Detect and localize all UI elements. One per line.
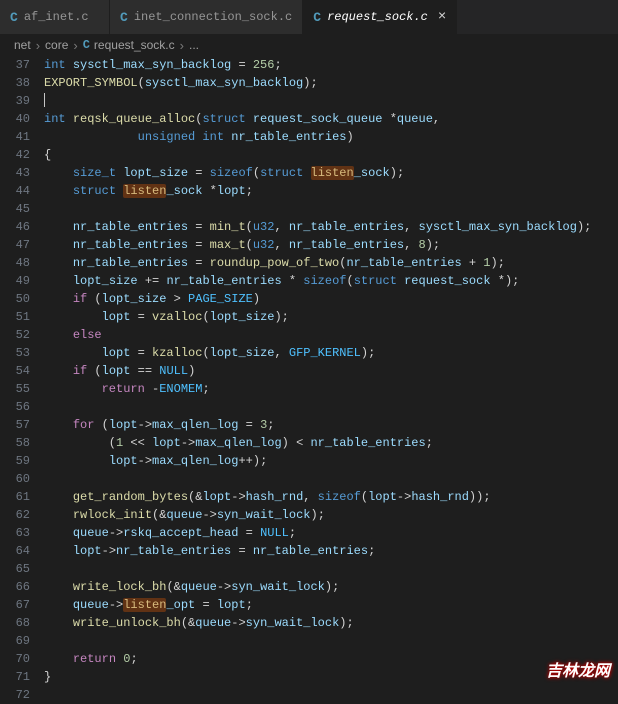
line-number: 49: [0, 272, 30, 290]
watermark: 吉林龙网: [546, 657, 610, 681]
line-number: 55: [0, 380, 30, 398]
line-number: 50: [0, 290, 30, 308]
line-number: 56: [0, 398, 30, 416]
line-number: 38: [0, 74, 30, 92]
code-line[interactable]: else: [44, 326, 618, 344]
code-editor[interactable]: 3738394041424344454647484950515253545556…: [0, 56, 618, 704]
line-number: 59: [0, 452, 30, 470]
code-line[interactable]: write_lock_bh(&queue->syn_wait_lock);: [44, 578, 618, 596]
code-line[interactable]: if (lopt == NULL): [44, 362, 618, 380]
line-number: 64: [0, 542, 30, 560]
line-number: 61: [0, 488, 30, 506]
close-icon[interactable]: ×: [438, 9, 446, 25]
line-number: 67: [0, 596, 30, 614]
code-line[interactable]: return 0;: [44, 650, 618, 668]
line-number: 44: [0, 182, 30, 200]
line-number: 66: [0, 578, 30, 596]
breadcrumb-segment[interactable]: ...: [189, 38, 199, 52]
code-line[interactable]: int sysctl_max_syn_backlog = 256;: [44, 56, 618, 74]
code-line[interactable]: lopt_size += nr_table_entries * sizeof(s…: [44, 272, 618, 290]
breadcrumb-segment[interactable]: core: [45, 38, 68, 52]
code-line[interactable]: {: [44, 146, 618, 164]
line-number: 45: [0, 200, 30, 218]
code-line[interactable]: unsigned int nr_table_entries): [44, 128, 618, 146]
code-line[interactable]: nr_table_entries = min_t(u32, nr_table_e…: [44, 218, 618, 236]
c-file-icon: C: [83, 38, 90, 52]
tab-af-inet[interactable]: C af_inet.c: [0, 0, 110, 34]
c-file-icon: C: [120, 10, 128, 25]
chevron-right-icon: ›: [36, 38, 40, 53]
line-number: 52: [0, 326, 30, 344]
code-line[interactable]: int reqsk_queue_alloc(struct request_soc…: [44, 110, 618, 128]
tab-inet-connection-sock[interactable]: C inet_connection_sock.c: [110, 0, 303, 34]
code-line[interactable]: rwlock_init(&queue->syn_wait_lock);: [44, 506, 618, 524]
code-line[interactable]: lopt = kzalloc(lopt_size, GFP_KERNEL);: [44, 344, 618, 362]
code-line[interactable]: get_random_bytes(&lopt->hash_rnd, sizeof…: [44, 488, 618, 506]
line-number: 60: [0, 470, 30, 488]
line-number: 65: [0, 560, 30, 578]
code-line[interactable]: [44, 200, 618, 218]
code-line[interactable]: nr_table_entries = roundup_pow_of_two(nr…: [44, 254, 618, 272]
line-number: 40: [0, 110, 30, 128]
code-line[interactable]: if (lopt_size > PAGE_SIZE): [44, 290, 618, 308]
line-number: 69: [0, 632, 30, 650]
c-file-icon: C: [313, 10, 321, 25]
line-number: 72: [0, 686, 30, 704]
line-number: 54: [0, 362, 30, 380]
code-line[interactable]: struct listen_sock *lopt;: [44, 182, 618, 200]
line-number: 57: [0, 416, 30, 434]
line-number: 53: [0, 344, 30, 362]
line-number: 58: [0, 434, 30, 452]
code-line[interactable]: [44, 398, 618, 416]
line-number: 63: [0, 524, 30, 542]
code-line[interactable]: lopt = vzalloc(lopt_size);: [44, 308, 618, 326]
code-line[interactable]: lopt->max_qlen_log++);: [44, 452, 618, 470]
line-number: 46: [0, 218, 30, 236]
line-number: 51: [0, 308, 30, 326]
code-line[interactable]: [44, 686, 618, 704]
code-line[interactable]: nr_table_entries = max_t(u32, nr_table_e…: [44, 236, 618, 254]
breadcrumb-segment[interactable]: net: [14, 38, 31, 52]
code-line[interactable]: queue->rskq_accept_head = NULL;: [44, 524, 618, 542]
tab-label: inet_connection_sock.c: [134, 10, 292, 24]
code-line[interactable]: lopt->nr_table_entries = nr_table_entrie…: [44, 542, 618, 560]
code-content[interactable]: int sysctl_max_syn_backlog = 256;EXPORT_…: [44, 56, 618, 704]
editor-tabs: C af_inet.c C inet_connection_sock.c C r…: [0, 0, 618, 34]
code-line[interactable]: }: [44, 668, 618, 686]
code-line[interactable]: [44, 560, 618, 578]
code-line[interactable]: for (lopt->max_qlen_log = 3;: [44, 416, 618, 434]
line-number: 41: [0, 128, 30, 146]
code-line[interactable]: EXPORT_SYMBOL(sysctl_max_syn_backlog);: [44, 74, 618, 92]
code-line[interactable]: [44, 92, 618, 110]
line-number: 42: [0, 146, 30, 164]
line-number: 70: [0, 650, 30, 668]
line-number: 68: [0, 614, 30, 632]
breadcrumb[interactable]: net › core › C request_sock.c › ...: [0, 34, 618, 56]
line-number: 62: [0, 506, 30, 524]
line-number: 43: [0, 164, 30, 182]
code-line[interactable]: size_t lopt_size = sizeof(struct listen_…: [44, 164, 618, 182]
breadcrumb-segment[interactable]: request_sock.c: [94, 38, 175, 52]
tab-label: request_sock.c: [327, 10, 428, 24]
line-number-gutter: 3738394041424344454647484950515253545556…: [0, 56, 44, 704]
line-number: 37: [0, 56, 30, 74]
code-line[interactable]: return -ENOMEM;: [44, 380, 618, 398]
code-line[interactable]: write_unlock_bh(&queue->syn_wait_lock);: [44, 614, 618, 632]
tab-request-sock[interactable]: C request_sock.c ×: [303, 0, 457, 34]
line-number: 39: [0, 92, 30, 110]
line-number: 48: [0, 254, 30, 272]
c-file-icon: C: [10, 10, 18, 25]
line-number: 47: [0, 236, 30, 254]
chevron-right-icon: ›: [180, 38, 184, 53]
code-line[interactable]: [44, 632, 618, 650]
code-line[interactable]: (1 << lopt->max_qlen_log) < nr_table_ent…: [44, 434, 618, 452]
chevron-right-icon: ›: [73, 38, 77, 53]
line-number: 71: [0, 668, 30, 686]
code-line[interactable]: [44, 470, 618, 488]
tab-label: af_inet.c: [24, 10, 89, 24]
code-line[interactable]: queue->listen_opt = lopt;: [44, 596, 618, 614]
